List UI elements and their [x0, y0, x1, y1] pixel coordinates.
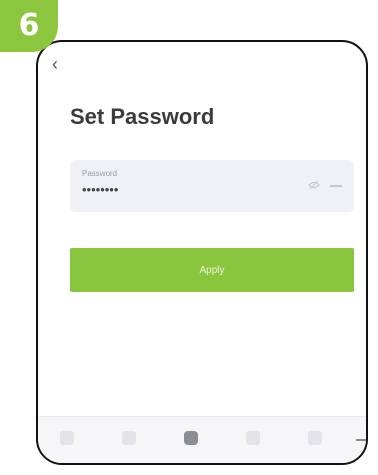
stats-icon[interactable] [246, 431, 260, 445]
step-number-badge: 6 [0, 0, 58, 52]
password-input[interactable] [82, 182, 282, 197]
scene-icon[interactable] [122, 431, 136, 445]
profile-icon[interactable] [308, 431, 322, 445]
bottom-nav-bar [38, 416, 366, 463]
eye-icon[interactable] [308, 180, 320, 190]
device-icon[interactable] [184, 431, 198, 445]
clear-icon[interactable] [330, 185, 342, 187]
page-title: Set Password [70, 104, 215, 129]
phone-screen: ‹ Set Password Password Apply [36, 40, 368, 465]
back-button[interactable]: ‹ [52, 52, 72, 76]
home-indicator [356, 439, 366, 441]
password-label: Password [82, 169, 118, 178]
home-icon[interactable] [60, 431, 74, 445]
apply-button[interactable]: Apply [70, 248, 354, 292]
password-field-box[interactable]: Password [70, 160, 354, 212]
